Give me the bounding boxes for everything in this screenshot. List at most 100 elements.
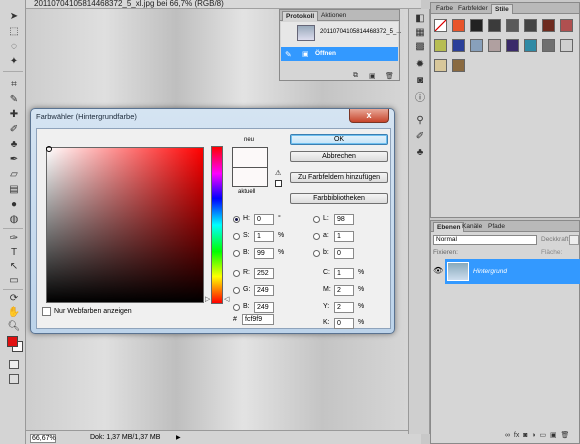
- hand-tool-icon[interactable]: ✋: [7, 306, 21, 319]
- style-swatch[interactable]: [434, 19, 447, 32]
- clone-stamp-tool-icon[interactable]: ♣: [7, 138, 21, 151]
- history-brush-tool-icon[interactable]: ✒: [7, 153, 21, 166]
- history-state-open[interactable]: [281, 47, 398, 61]
- crop-tool-icon[interactable]: ⌗: [7, 78, 21, 91]
- tab-actions[interactable]: Aktionen: [318, 11, 349, 21]
- zoom-level-field[interactable]: 66,67%: [30, 434, 56, 443]
- hex-input[interactable]: fcf9f9: [242, 314, 274, 325]
- red-radio[interactable]: [233, 270, 240, 277]
- delete-state-icon[interactable]: 🗑︎: [385, 72, 394, 80]
- pen-tool-icon[interactable]: ✑: [7, 232, 21, 245]
- shape-tool-icon[interactable]: ▭: [7, 274, 21, 287]
- style-swatch[interactable]: [470, 39, 483, 52]
- new-document-from-state-icon[interactable]: ⧉: [353, 72, 358, 80]
- move-tool-icon[interactable]: ➤: [7, 10, 21, 23]
- hue-slider-right-arrow-icon[interactable]: ◁: [224, 295, 229, 303]
- gradient-tool-icon[interactable]: ▤: [7, 183, 21, 196]
- style-swatch[interactable]: [560, 19, 573, 32]
- green-input[interactable]: 249: [254, 285, 274, 296]
- b-input[interactable]: 0: [334, 248, 354, 259]
- hue-input[interactable]: 0: [254, 214, 274, 225]
- blue-radio[interactable]: [233, 304, 240, 311]
- saturation-brightness-field[interactable]: [46, 147, 204, 303]
- marquee-tool-icon[interactable]: ⬚: [7, 25, 21, 38]
- layer-visibility-eye-icon[interactable]: 👁︎: [433, 266, 443, 275]
- tab-paths[interactable]: Pfade: [485, 222, 508, 232]
- style-swatch[interactable]: [452, 39, 465, 52]
- adjustment-layer-icon[interactable]: ◑: [531, 432, 535, 439]
- tab-channels[interactable]: Kanäle: [459, 222, 485, 232]
- web-safe-warning-icon[interactable]: [275, 180, 282, 187]
- lightness-radio[interactable]: [313, 216, 320, 223]
- saturation-input[interactable]: 1: [254, 231, 274, 242]
- style-swatch[interactable]: [524, 39, 537, 52]
- blur-tool-icon[interactable]: ●: [7, 198, 21, 211]
- history-brush-source-icon[interactable]: ✎: [285, 50, 292, 59]
- dodge-tool-icon[interactable]: ◍: [7, 213, 21, 226]
- navigator-panel-icon[interactable]: ⚲: [414, 115, 426, 127]
- foreground-color-swatch[interactable]: [7, 336, 18, 347]
- a-radio[interactable]: [313, 233, 320, 240]
- web-colors-only-checkbox[interactable]: [42, 307, 51, 316]
- style-swatch[interactable]: [452, 59, 465, 72]
- add-to-swatches-button[interactable]: Zu Farbfeldern hinzufügen: [290, 172, 388, 183]
- clone-source-panel-icon[interactable]: ♣: [414, 147, 426, 159]
- b-radio[interactable]: [313, 250, 320, 257]
- cyan-input[interactable]: 1: [334, 268, 354, 279]
- zoom-tool-icon[interactable]: 🔍︎: [7, 320, 21, 333]
- adjustments-panel-icon[interactable]: ✹: [414, 59, 426, 71]
- hue-slider[interactable]: [211, 146, 223, 304]
- eyedropper-tool-icon[interactable]: ✎: [7, 93, 21, 106]
- new-layer-icon[interactable]: ▣: [550, 432, 557, 439]
- brightness-input[interactable]: 99: [254, 248, 274, 259]
- saturation-radio[interactable]: [233, 233, 240, 240]
- magenta-input[interactable]: 2: [334, 285, 354, 296]
- new-snapshot-icon[interactable]: ▣: [369, 72, 376, 80]
- current-color-swatch[interactable]: [232, 167, 268, 187]
- hue-radio[interactable]: [233, 216, 240, 223]
- delete-layer-icon[interactable]: 🗑︎: [561, 432, 570, 439]
- tab-styles[interactable]: Stile: [491, 4, 513, 14]
- add-mask-icon[interactable]: ◙: [523, 432, 527, 439]
- path-selection-tool-icon[interactable]: ↖: [7, 260, 21, 273]
- layer-style-icon[interactable]: fx: [514, 432, 519, 439]
- color-libraries-button[interactable]: Farbbibliotheken: [290, 193, 388, 204]
- style-swatch[interactable]: [434, 59, 447, 72]
- black-input[interactable]: 0: [334, 318, 354, 329]
- style-swatch[interactable]: [452, 19, 465, 32]
- style-swatch[interactable]: [488, 39, 501, 52]
- lightness-input[interactable]: 98: [334, 214, 354, 225]
- tab-color[interactable]: Farbe: [433, 4, 456, 14]
- color-panel-icon[interactable]: ◧: [414, 13, 426, 25]
- style-swatch[interactable]: [434, 39, 447, 52]
- quick-mask-icon[interactable]: [9, 360, 19, 369]
- yellow-input[interactable]: 2: [334, 302, 354, 313]
- healing-brush-tool-icon[interactable]: ✚: [7, 108, 21, 121]
- green-radio[interactable]: [233, 287, 240, 294]
- link-layers-icon[interactable]: ∞: [505, 432, 510, 439]
- screen-mode-icon[interactable]: [9, 374, 19, 384]
- styles-panel-icon[interactable]: ▩: [414, 41, 426, 53]
- magic-wand-tool-icon[interactable]: ✦: [7, 55, 21, 68]
- brushes-panel-icon[interactable]: ✐: [414, 131, 426, 143]
- status-menu-arrow-icon[interactable]: ▶: [176, 434, 181, 441]
- style-swatch[interactable]: [560, 39, 573, 52]
- lasso-tool-icon[interactable]: ◌: [7, 40, 21, 53]
- style-swatch[interactable]: [488, 19, 501, 32]
- swatches-panel-icon[interactable]: ▦: [414, 27, 426, 39]
- opacity-field[interactable]: [569, 235, 579, 245]
- style-swatch[interactable]: [506, 39, 519, 52]
- close-button[interactable]: x: [349, 109, 389, 123]
- cancel-button[interactable]: Abbrechen: [290, 151, 388, 162]
- type-tool-icon[interactable]: T: [7, 246, 21, 259]
- blue-input[interactable]: 249: [254, 302, 274, 313]
- tab-history[interactable]: Protokoll: [282, 11, 319, 21]
- a-input[interactable]: 1: [334, 231, 354, 242]
- style-swatch[interactable]: [524, 19, 537, 32]
- brush-tool-icon[interactable]: ✐: [7, 123, 21, 136]
- new-group-icon[interactable]: ▭: [539, 432, 546, 439]
- info-panel-icon[interactable]: ⓘ: [414, 93, 426, 105]
- document-tab[interactable]: 20110704105814468372_5_xl.jpg bei 66,7% …: [26, 0, 421, 9]
- masks-panel-icon[interactable]: ◙: [414, 75, 426, 87]
- red-input[interactable]: 252: [254, 268, 274, 279]
